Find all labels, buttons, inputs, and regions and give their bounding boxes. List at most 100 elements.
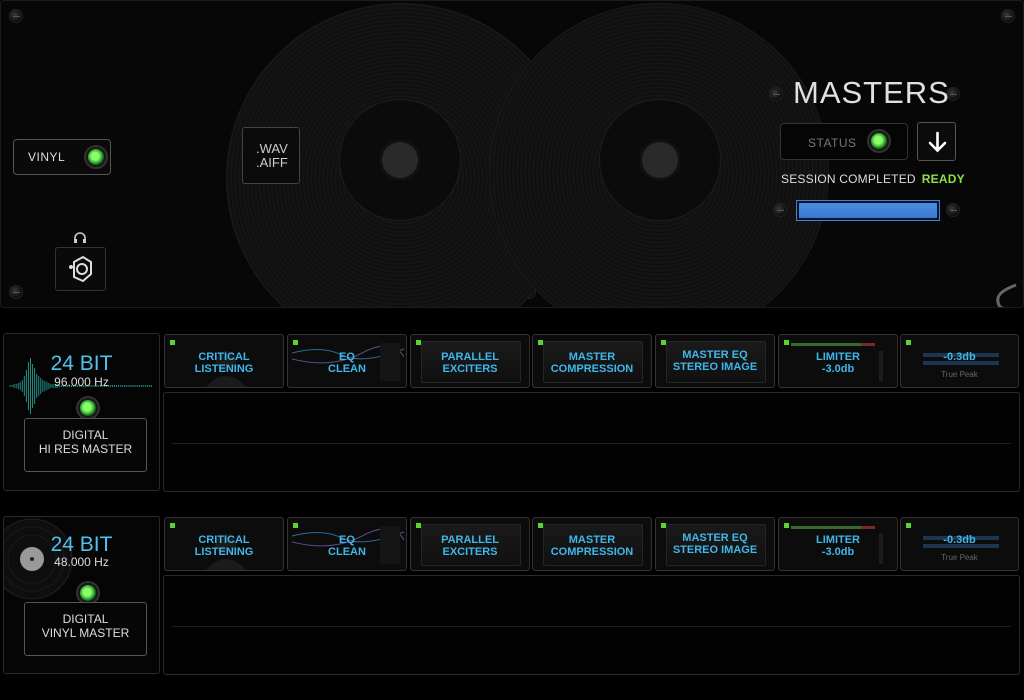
screw	[773, 203, 787, 217]
status-led-indicator	[869, 131, 889, 151]
screw	[9, 9, 23, 23]
module-1[interactable]: EQ CLEAN	[287, 517, 407, 571]
waveform-graphic	[116, 83, 237, 233]
module-label-line2: -3.0db	[821, 363, 855, 375]
module-led-indicator	[906, 523, 911, 528]
module-label: MASTER EQ STEREO IMAGE	[656, 349, 774, 373]
source-label-line2: VINYL MASTER	[41, 626, 130, 640]
module-2[interactable]: PARALLEL EXCITERS	[410, 517, 530, 571]
module-label-line1: LIMITER	[816, 351, 860, 363]
module-3[interactable]: MASTER COMPRESSION	[532, 517, 652, 571]
module-label-line2: -3.0db	[821, 546, 855, 558]
module-label: EQ CLEAN	[288, 351, 406, 375]
mastering-tool-button[interactable]	[55, 247, 106, 291]
format-badge: .WAV .AIFF	[242, 127, 300, 184]
sample-rate: 96.000 Hz	[54, 375, 109, 389]
cable-graphic	[996, 283, 1017, 307]
module-led-indicator	[784, 340, 789, 345]
format-aiff: .AIFF	[256, 155, 288, 170]
source-label-line2: HI RES MASTER	[38, 442, 133, 456]
module-label-line2: COMPRESSION	[550, 363, 634, 375]
module-5[interactable]: LIMITER -3.0db	[778, 334, 898, 388]
module-label-line1: MASTER EQ	[682, 532, 748, 544]
module-0[interactable]: CRITICAL LISTENING	[164, 517, 284, 571]
session-progress-bar	[796, 200, 940, 221]
module-label: MASTER EQ STEREO IMAGE	[656, 532, 774, 556]
module-label: PARALLEL EXCITERS	[411, 351, 529, 375]
module-4[interactable]: MASTER EQ STEREO IMAGE	[655, 334, 775, 388]
vinyl-hub-left	[379, 139, 421, 181]
module-4[interactable]: MASTER EQ STEREO IMAGE	[655, 517, 775, 571]
source-select-button[interactable]: DIGITAL HI RES MASTER	[24, 418, 147, 472]
vinyl-hub-right	[639, 139, 681, 181]
module-label-line2: LISTENING	[194, 363, 254, 375]
module-label-line1: CRITICAL	[198, 534, 250, 546]
module-label-line1: -0.3db	[943, 534, 976, 546]
module-label-line1: MASTER	[568, 534, 616, 546]
module-led-indicator	[170, 340, 175, 345]
vinyl-led-indicator	[86, 147, 106, 167]
module-3[interactable]: MASTER COMPRESSION	[532, 334, 652, 388]
source-led-indicator[interactable]	[78, 398, 98, 418]
module-label-line2: STEREO IMAGE	[672, 361, 758, 373]
progress-fill	[799, 203, 937, 218]
module-label-line1: PARALLEL	[441, 351, 499, 363]
module-6[interactable]: -0.3db True Peak	[900, 334, 1019, 388]
module-2[interactable]: PARALLEL EXCITERS	[410, 334, 530, 388]
module-label: LIMITER -3.0db	[779, 534, 897, 558]
session-completed-text: SESSION COMPLETED	[781, 172, 916, 186]
bit-depth: 24 BIT	[50, 533, 113, 556]
module-1[interactable]: EQ CLEAN	[287, 334, 407, 388]
screw	[9, 285, 23, 299]
module-label-line1: CRITICAL	[198, 351, 250, 363]
module-label: MASTER COMPRESSION	[533, 351, 651, 375]
format-wav: .WAV	[256, 141, 288, 156]
screw	[769, 87, 783, 101]
module-label-line2: CLEAN	[328, 363, 366, 375]
screw	[946, 203, 960, 217]
source-label-line1: DIGITAL	[62, 428, 109, 442]
module-label-line1: MASTER	[568, 351, 616, 363]
mastering-tool-icon	[69, 255, 92, 283]
module-label: EQ CLEAN	[288, 534, 406, 558]
module-5[interactable]: LIMITER -3.0db	[778, 517, 898, 571]
download-arrow-icon	[928, 131, 947, 153]
module-label-line1: EQ	[339, 351, 355, 363]
module-label-line2: EXCITERS	[442, 363, 498, 375]
source-select-button[interactable]: DIGITAL VINYL MASTER	[24, 602, 147, 656]
module-label-line2: LISTENING	[194, 546, 254, 558]
module-label: CRITICAL LISTENING	[165, 534, 283, 558]
source-led-indicator[interactable]	[78, 583, 98, 603]
module-led-indicator	[784, 523, 789, 528]
module-label-line1: EQ	[339, 534, 355, 546]
bit-depth: 24 BIT	[50, 352, 113, 375]
module-6[interactable]: -0.3db True Peak	[900, 517, 1019, 571]
module-label-line2: COMPRESSION	[550, 546, 634, 558]
module-label: -0.3db	[901, 534, 1018, 546]
module-label-line2: STEREO IMAGE	[672, 544, 758, 556]
session-status: SESSION COMPLETED READY	[781, 172, 965, 186]
source-panel-vinyl: 24 BIT 48.000 Hz DIGITAL VINYL MASTER	[3, 516, 160, 674]
source-panel-hi-res: 24 BIT 96.000 Hz DIGITAL HI RES MASTER	[3, 333, 160, 491]
chain-body	[163, 392, 1020, 492]
module-label: CRITICAL LISTENING	[165, 351, 283, 375]
headphones-icon	[74, 232, 86, 243]
sample-rate: 48.000 Hz	[54, 555, 109, 569]
module-label-line1: LIMITER	[816, 534, 860, 546]
module-label: LIMITER -3.0db	[779, 351, 897, 375]
module-label: MASTER COMPRESSION	[533, 534, 651, 558]
status-indicator: STATUS	[780, 123, 908, 160]
chain-body	[163, 575, 1020, 675]
module-sublabel: True Peak	[941, 370, 978, 379]
download-button[interactable]	[917, 122, 956, 161]
top-panel: VINYL .WAV .AIFF MASTERS STATUS SESSION …	[0, 0, 1024, 308]
module-label: PARALLEL EXCITERS	[411, 534, 529, 558]
ready-text: READY	[921, 172, 965, 186]
vinyl-toggle[interactable]: VINYL	[13, 139, 111, 175]
module-0[interactable]: CRITICAL LISTENING	[164, 334, 284, 388]
module-sublabel: True Peak	[941, 553, 978, 562]
module-label: -0.3db	[901, 351, 1018, 363]
module-label-line1: -0.3db	[943, 351, 976, 363]
module-label-line2: CLEAN	[328, 546, 366, 558]
module-led-indicator	[906, 340, 911, 345]
